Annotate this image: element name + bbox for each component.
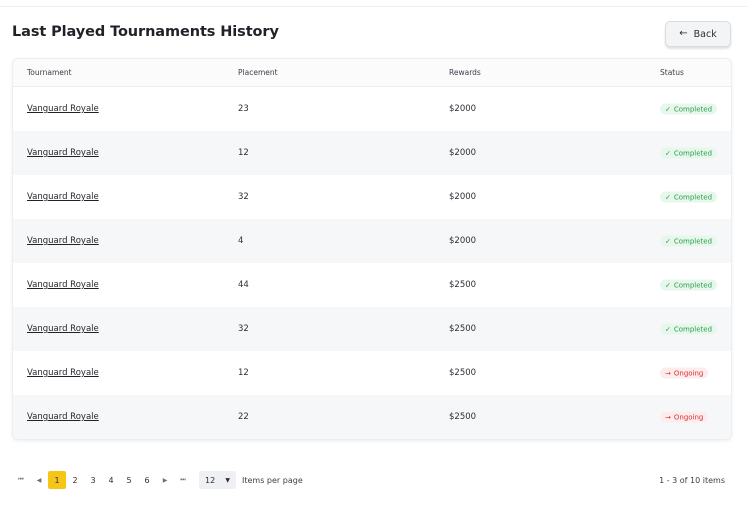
page-number-button[interactable]: 2 [66,471,84,489]
first-page-icon[interactable]: ⏮ [12,471,30,489]
status-label: Ongoing [673,369,704,377]
table-row: Vanguard Royale 4 $2000 ✓ Completed [13,219,731,263]
arrow-right-icon: → [665,413,671,421]
tournament-link[interactable]: Vanguard Royale [27,148,99,158]
table-row: Vanguard Royale 23 $2000 ✓ Completed [13,87,731,131]
rewards-cell: $2000 [449,192,477,202]
status-label: Completed [673,193,713,201]
back-button[interactable]: ← Back [665,21,731,47]
rewards-cell: $2500 [449,280,477,290]
check-icon: ✓ [665,193,671,201]
status-badge: ✓ Completed [660,103,718,115]
column-header-tournament: Tournament [27,68,72,77]
tournament-link[interactable]: Vanguard Royale [27,104,99,114]
arrow-left-icon: ← [679,28,688,39]
column-header-status: Status [660,68,684,77]
rewards-cell: $2000 [449,148,477,158]
table-header: Tournament Placement Rewards Status [13,59,731,87]
prev-page-icon[interactable]: ◀ [30,471,48,489]
tournament-link[interactable]: Vanguard Royale [27,368,99,378]
page-numbers: 123456 [48,471,156,489]
status-label: Completed [673,237,713,245]
placement-cell: 12 [238,368,249,378]
check-icon: ✓ [665,149,671,157]
items-per-page-label: Items per page [242,475,303,485]
rewards-cell: $2000 [449,236,477,246]
rewards-cell: $2500 [449,324,477,334]
check-icon: ✓ [665,325,671,333]
status-badge: ✓ Completed [660,191,718,203]
caret-down-icon: ▼ [225,476,230,484]
placement-cell: 12 [238,148,249,158]
arrow-right-icon: → [665,369,671,377]
page-number-button[interactable]: 3 [84,471,102,489]
table-row: Vanguard Royale 44 $2500 ✓ Completed [13,263,731,307]
status-label: Completed [673,149,713,157]
table-row: Vanguard Royale 32 $2000 ✓ Completed [13,175,731,219]
status-label: Completed [673,325,713,333]
rewards-cell: $2500 [449,412,477,422]
last-page-icon[interactable]: ⏭ [174,471,192,489]
status-label: Completed [673,105,713,113]
rewards-cell: $2500 [449,368,477,378]
tournament-link[interactable]: Vanguard Royale [27,412,99,422]
placement-cell: 32 [238,192,249,202]
tournament-link[interactable]: Vanguard Royale [27,236,99,246]
back-button-label: Back [693,28,717,40]
page-title: Last Played Tournaments History [12,24,279,40]
page-number-button[interactable]: 1 [48,471,66,489]
column-header-placement: Placement [238,68,278,77]
next-page-icon[interactable]: ▶ [156,471,174,489]
tournaments-table: Tournament Placement Rewards Status Vang… [12,58,732,440]
check-icon: ✓ [665,237,671,245]
status-badge: ✓ Completed [660,323,718,335]
status-badge: ✓ Completed [660,235,718,247]
placement-cell: 44 [238,280,249,290]
placement-cell: 22 [238,412,249,422]
table-row: Vanguard Royale 12 $2000 ✓ Completed [13,131,731,175]
placement-cell: 23 [238,104,249,114]
status-label: Completed [673,281,713,289]
status-badge: ✓ Completed [660,279,718,291]
status-label: Ongoing [673,413,704,421]
tournament-link[interactable]: Vanguard Royale [27,324,99,334]
page-number-button[interactable]: 6 [138,471,156,489]
rewards-cell: $2000 [449,104,477,114]
check-icon: ✓ [665,281,671,289]
pagination: ⏮ ◀ 123456 ▶ ⏭ 12 ▼ Items per page [12,470,303,490]
status-badge: ✓ Completed [660,147,718,159]
page-number-button[interactable]: 4 [102,471,120,489]
table-row: Vanguard Royale 22 $2500 → Ongoing [13,395,731,439]
tournament-link[interactable]: Vanguard Royale [27,280,99,290]
column-header-rewards: Rewards [449,68,481,77]
check-icon: ✓ [665,105,671,113]
table-row: Vanguard Royale 32 $2500 ✓ Completed [13,307,731,351]
top-divider [0,6,748,7]
items-per-page-value: 12 [205,475,216,485]
status-badge: → Ongoing [660,411,709,423]
items-per-page-select[interactable]: 12 ▼ [199,471,236,489]
status-badge: → Ongoing [660,367,709,379]
page-number-button[interactable]: 5 [120,471,138,489]
placement-cell: 4 [238,236,244,246]
placement-cell: 32 [238,324,249,334]
pagination-info: 1 - 3 of 10 items [659,476,725,485]
tournament-link[interactable]: Vanguard Royale [27,192,99,202]
table-row: Vanguard Royale 12 $2500 → Ongoing [13,351,731,395]
